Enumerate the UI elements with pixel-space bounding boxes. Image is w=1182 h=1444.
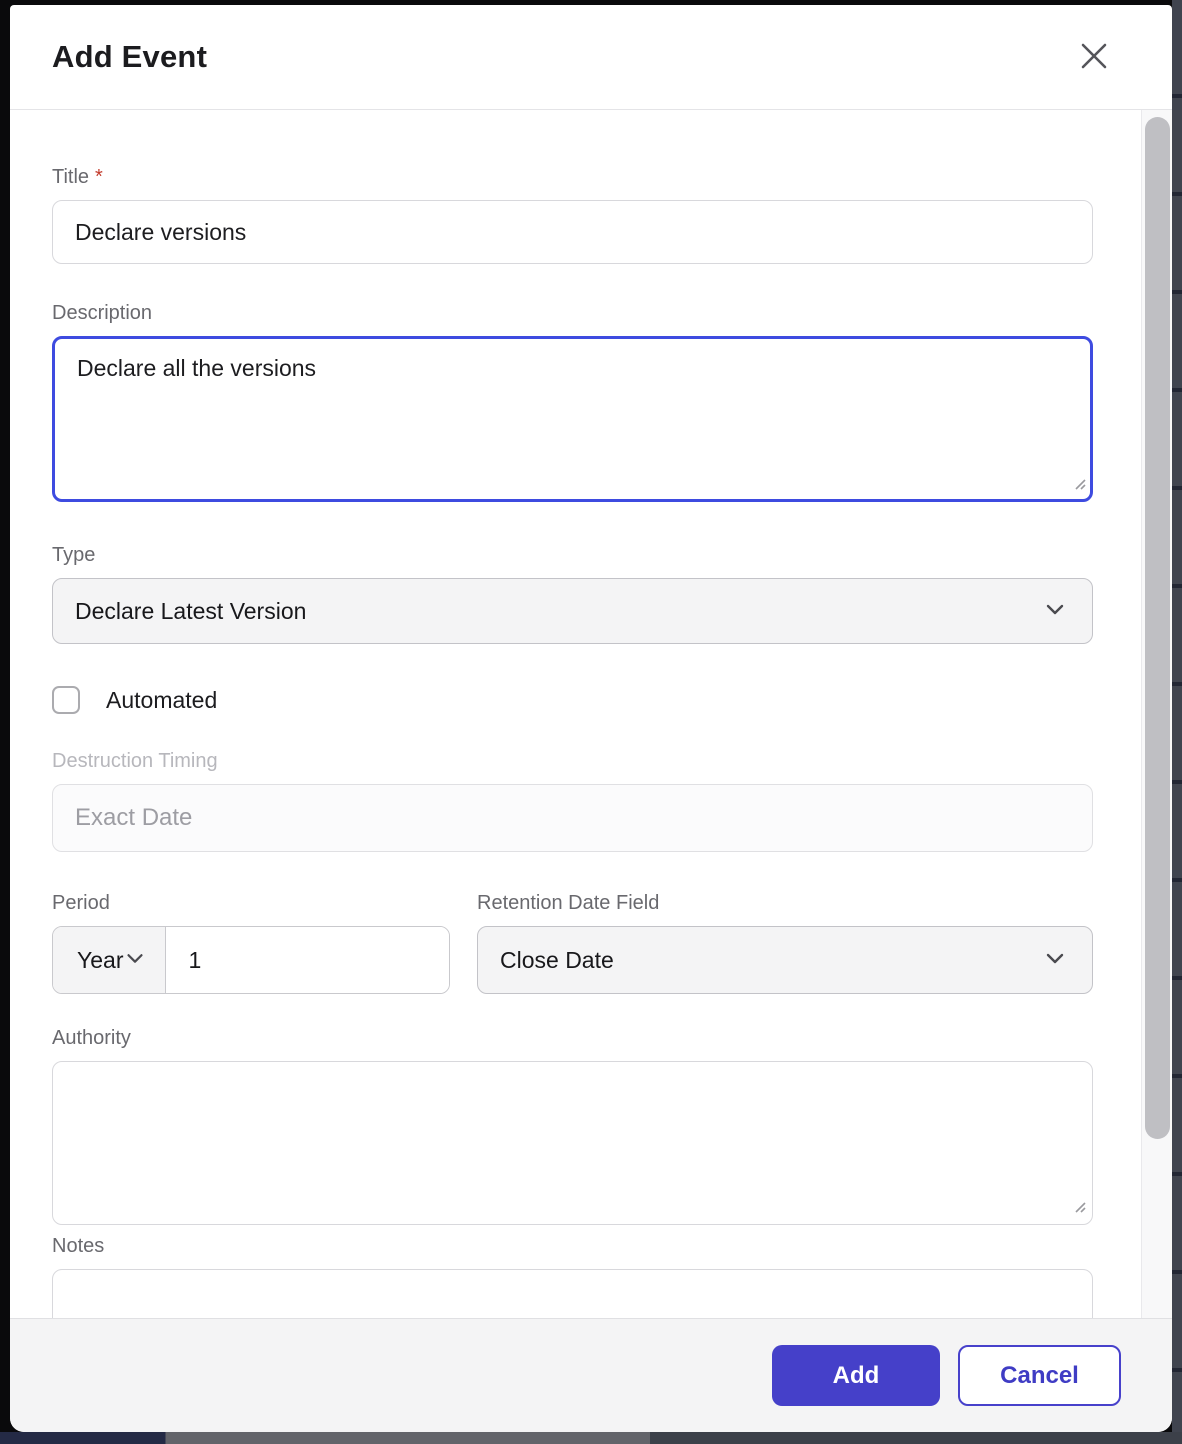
- period-amount-input[interactable]: [166, 927, 449, 993]
- description-field-group: Description: [52, 300, 1093, 502]
- close-icon: [1079, 41, 1109, 74]
- add-button[interactable]: Add: [772, 1345, 940, 1406]
- backdrop-left: [0, 0, 10, 1444]
- type-select[interactable]: Declare Latest Version: [52, 578, 1093, 644]
- destruction-timing-label: Destruction Timing: [52, 750, 218, 772]
- period-field-group: Period Year: [52, 890, 450, 994]
- description-textarea[interactable]: [52, 336, 1093, 502]
- close-button[interactable]: [1074, 37, 1114, 77]
- automated-checkbox[interactable]: [52, 686, 80, 714]
- title-field-group: Title *: [52, 164, 1093, 264]
- authority-field-group: Authority: [52, 1025, 1093, 1225]
- period-unit-select[interactable]: Year: [53, 927, 167, 993]
- cancel-button[interactable]: Cancel: [958, 1345, 1121, 1406]
- period-label: Period: [52, 892, 110, 914]
- period-control: Year: [52, 926, 450, 994]
- notes-textarea[interactable]: [52, 1269, 1093, 1318]
- automated-label: Automated: [106, 686, 218, 713]
- backdrop-bottom: [0, 1432, 1182, 1444]
- retention-date-field-select[interactable]: Close Date: [477, 926, 1093, 994]
- chevron-down-icon: [1042, 596, 1068, 627]
- retention-date-field-group: Retention Date Field Close Date: [477, 890, 1093, 994]
- type-field-group: Type Declare Latest Version: [52, 542, 1093, 644]
- authority-textarea[interactable]: [52, 1061, 1093, 1225]
- modal-header: Add Event: [10, 5, 1172, 110]
- title-input[interactable]: [52, 200, 1093, 264]
- type-label: Type: [52, 544, 96, 566]
- automated-field-group: Automated: [52, 686, 1083, 714]
- authority-label: Authority: [52, 1027, 131, 1049]
- title-label: Title *: [52, 166, 103, 188]
- retention-date-field-label: Retention Date Field: [477, 892, 660, 914]
- period-unit-value: Year: [77, 946, 124, 973]
- destruction-timing-field-group: Destruction Timing: [52, 748, 1093, 852]
- chevron-down-icon: [1042, 945, 1068, 976]
- modal-footer: Add Cancel: [10, 1318, 1172, 1432]
- notes-field-group: Notes: [52, 1233, 1093, 1318]
- description-label: Description: [52, 302, 153, 324]
- required-asterisk: *: [95, 166, 103, 188]
- type-select-value: Declare Latest Version: [75, 597, 307, 624]
- backdrop-right: [1172, 0, 1182, 1444]
- modal-body: Title* Description Type Declare Latest: [10, 110, 1172, 1318]
- modal-title: Add Event: [52, 39, 208, 74]
- scrollbar-thumb[interactable]: [1145, 117, 1170, 1139]
- notes-label: Notes: [52, 1235, 105, 1257]
- period-retention-row: Period Year Retention Date Field: [52, 890, 1093, 994]
- scrollbar-track[interactable]: [1141, 110, 1172, 1318]
- retention-date-field-value: Close Date: [500, 946, 614, 973]
- add-event-modal: Add Event Title* Description: [10, 5, 1172, 1432]
- destruction-timing-input: [52, 784, 1093, 852]
- chevron-down-icon: [123, 946, 147, 975]
